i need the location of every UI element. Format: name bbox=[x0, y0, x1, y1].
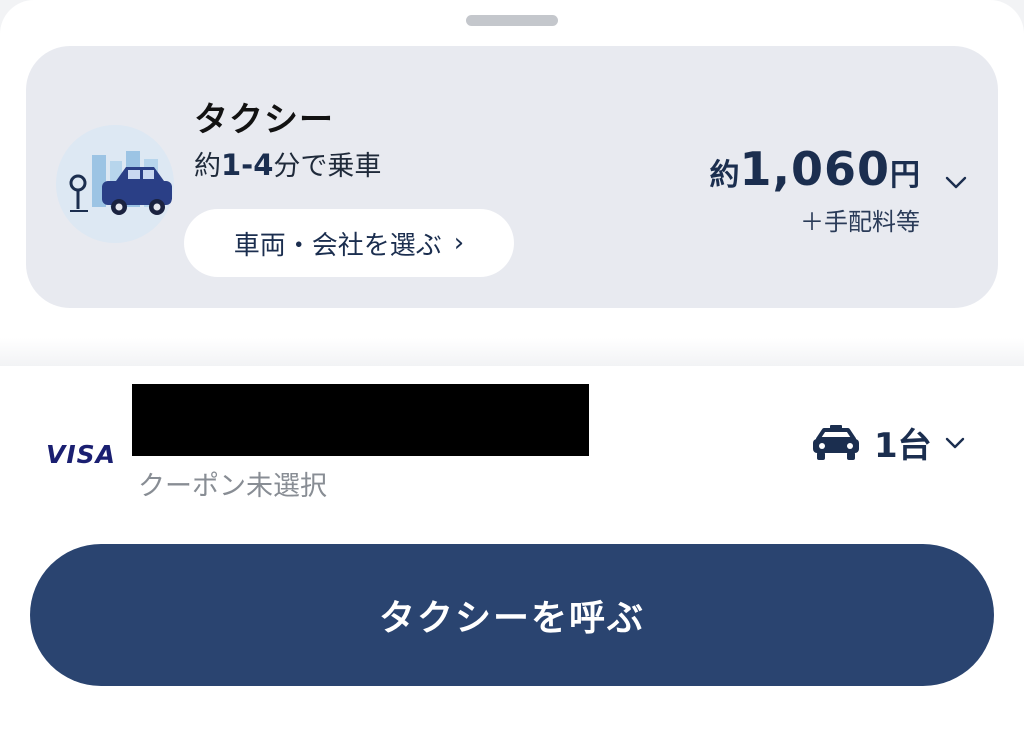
visa-logo[interactable]: VISA bbox=[46, 440, 116, 469]
coupon-status[interactable]: クーポン未選択 bbox=[138, 464, 327, 503]
taxi-icon bbox=[813, 424, 859, 460]
fare-estimate: 約1,060円 bbox=[709, 142, 920, 196]
chevron-right-icon: › bbox=[453, 228, 465, 258]
chevron-down-icon bbox=[945, 437, 964, 448]
fare-amount: 1,060 bbox=[739, 142, 890, 196]
eta-suffix: 分で乗車 bbox=[273, 151, 382, 182]
choose-vehicle-company-button[interactable]: 車両・会社を選ぶ › bbox=[184, 209, 514, 277]
fare-prefix: 約 bbox=[709, 158, 740, 193]
ride-option-card[interactable]: タクシー 約1-4分で乗車 車両・会社を選ぶ › 約1,060円 ＋手配料等 bbox=[26, 46, 998, 308]
sheet-grabber[interactable] bbox=[466, 15, 558, 26]
choose-vehicle-company-label: 車両・会社を選ぶ bbox=[233, 230, 442, 261]
eta-prefix: 約 bbox=[194, 151, 221, 182]
card-number-redacted[interactable] bbox=[132, 384, 589, 456]
call-taxi-button[interactable]: タクシーを呼ぶ bbox=[30, 544, 994, 686]
vehicle-count-selector[interactable]: 1台 bbox=[810, 418, 966, 467]
chevron-down-icon[interactable] bbox=[944, 170, 968, 194]
eta-range: 1-4 bbox=[221, 148, 274, 182]
section-divider bbox=[0, 338, 1024, 366]
eta-text: 約1-4分で乗車 bbox=[194, 144, 381, 183]
ride-title: タクシー bbox=[194, 100, 334, 140]
taxi-illustration bbox=[56, 125, 174, 243]
fee-note: ＋手配料等 bbox=[800, 208, 920, 236]
fare-unit: 円 bbox=[890, 158, 920, 193]
bottom-sheet: タクシー 約1-4分で乗車 車両・会社を選ぶ › 約1,060円 ＋手配料等 V… bbox=[0, 0, 1024, 734]
vehicle-count-value: 1台 bbox=[874, 426, 932, 466]
